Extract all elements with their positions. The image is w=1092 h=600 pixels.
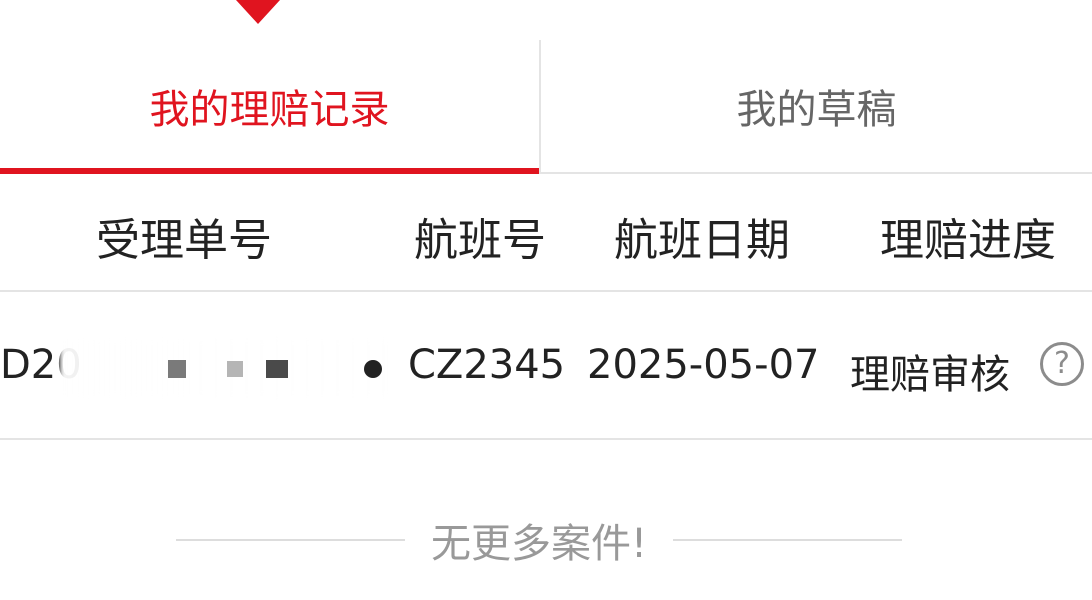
tab-my-drafts-label: 我的草稿: [736, 87, 897, 133]
redaction-fragment: [168, 360, 186, 378]
tab-my-claim-records[interactable]: 我的理赔记录: [0, 40, 539, 174]
redaction-fragment: [266, 360, 288, 378]
cell-flight-number: CZ2345: [408, 342, 566, 388]
redaction-fragment: [227, 361, 243, 377]
redaction-mask: [60, 340, 390, 396]
header-claim-progress: 理赔进度: [880, 215, 1056, 266]
tab-my-drafts[interactable]: 我的草稿: [541, 40, 1092, 172]
header-order-number: 受理单号: [96, 215, 272, 266]
table-header: 受理单号 航班号 航班日期 理赔进度: [0, 174, 1092, 292]
header-flight-number: 航班号: [414, 215, 546, 266]
active-tab-arrow-indicator: [236, 0, 280, 24]
question-circle-icon[interactable]: ?: [1040, 342, 1084, 386]
cell-flight-date: 2025-05-07: [587, 342, 820, 388]
no-more-cases-divider: 无更多案件!: [176, 510, 903, 570]
claim-tabs: 我的理赔记录 我的草稿: [0, 40, 1092, 174]
redaction-fragment: [364, 360, 382, 378]
cell-claim-status: 理赔审核: [850, 352, 1010, 398]
divider-line-left: [176, 539, 405, 541]
tab-my-claim-records-label: 我的理赔记录: [149, 87, 390, 133]
no-more-cases-text: 无更多案件!: [430, 521, 648, 567]
divider-line-right: [673, 539, 903, 541]
header-flight-date: 航班日期: [614, 215, 790, 266]
